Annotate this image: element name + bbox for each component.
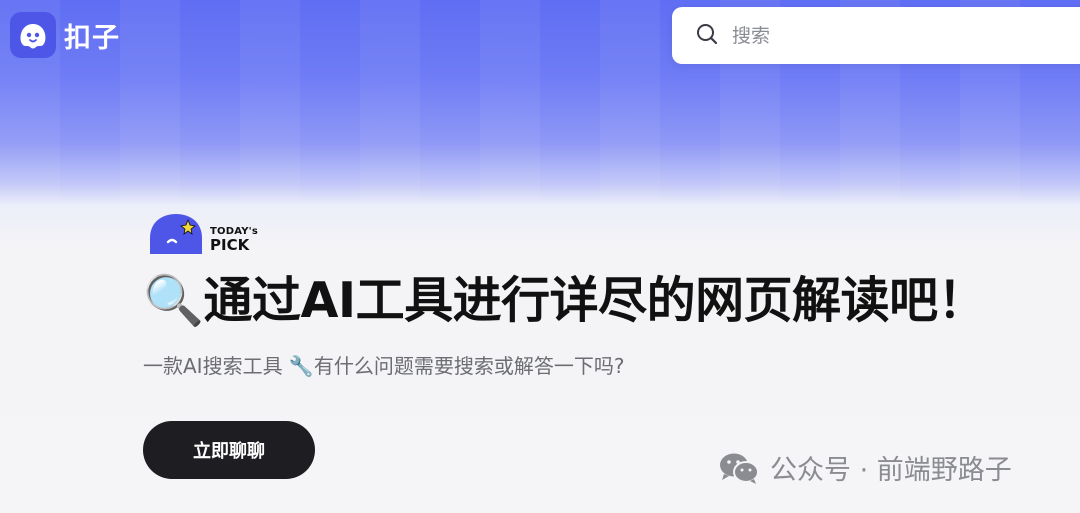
watermark-text: 公众号 · 前端野路子 — [770, 455, 1012, 486]
search-icon — [696, 23, 718, 49]
search-box[interactable] — [672, 7, 1080, 64]
pick-label: PICK — [210, 236, 250, 254]
page-title: 🔍通过AI工具进行详尽的网页解读吧！ — [143, 272, 987, 329]
page-subtitle: 一款AI搜索工具 🔧有什么问题需要搜索或解答一下吗? — [143, 354, 625, 378]
search-input[interactable] — [730, 23, 1054, 48]
chat-now-button[interactable]: 立即聊聊 — [143, 421, 315, 479]
wechat-watermark: 公众号 · 前端野路子 — [718, 448, 1012, 487]
brand-mascot-icon — [10, 12, 56, 58]
todays-pick-badge: TODAY's PICK — [148, 212, 268, 256]
brand-logo[interactable]: 扣子 — [10, 12, 120, 58]
wechat-icon — [720, 453, 759, 484]
todays-pick-mascot-icon — [150, 214, 202, 254]
brand-name: 扣子 — [64, 22, 120, 54]
